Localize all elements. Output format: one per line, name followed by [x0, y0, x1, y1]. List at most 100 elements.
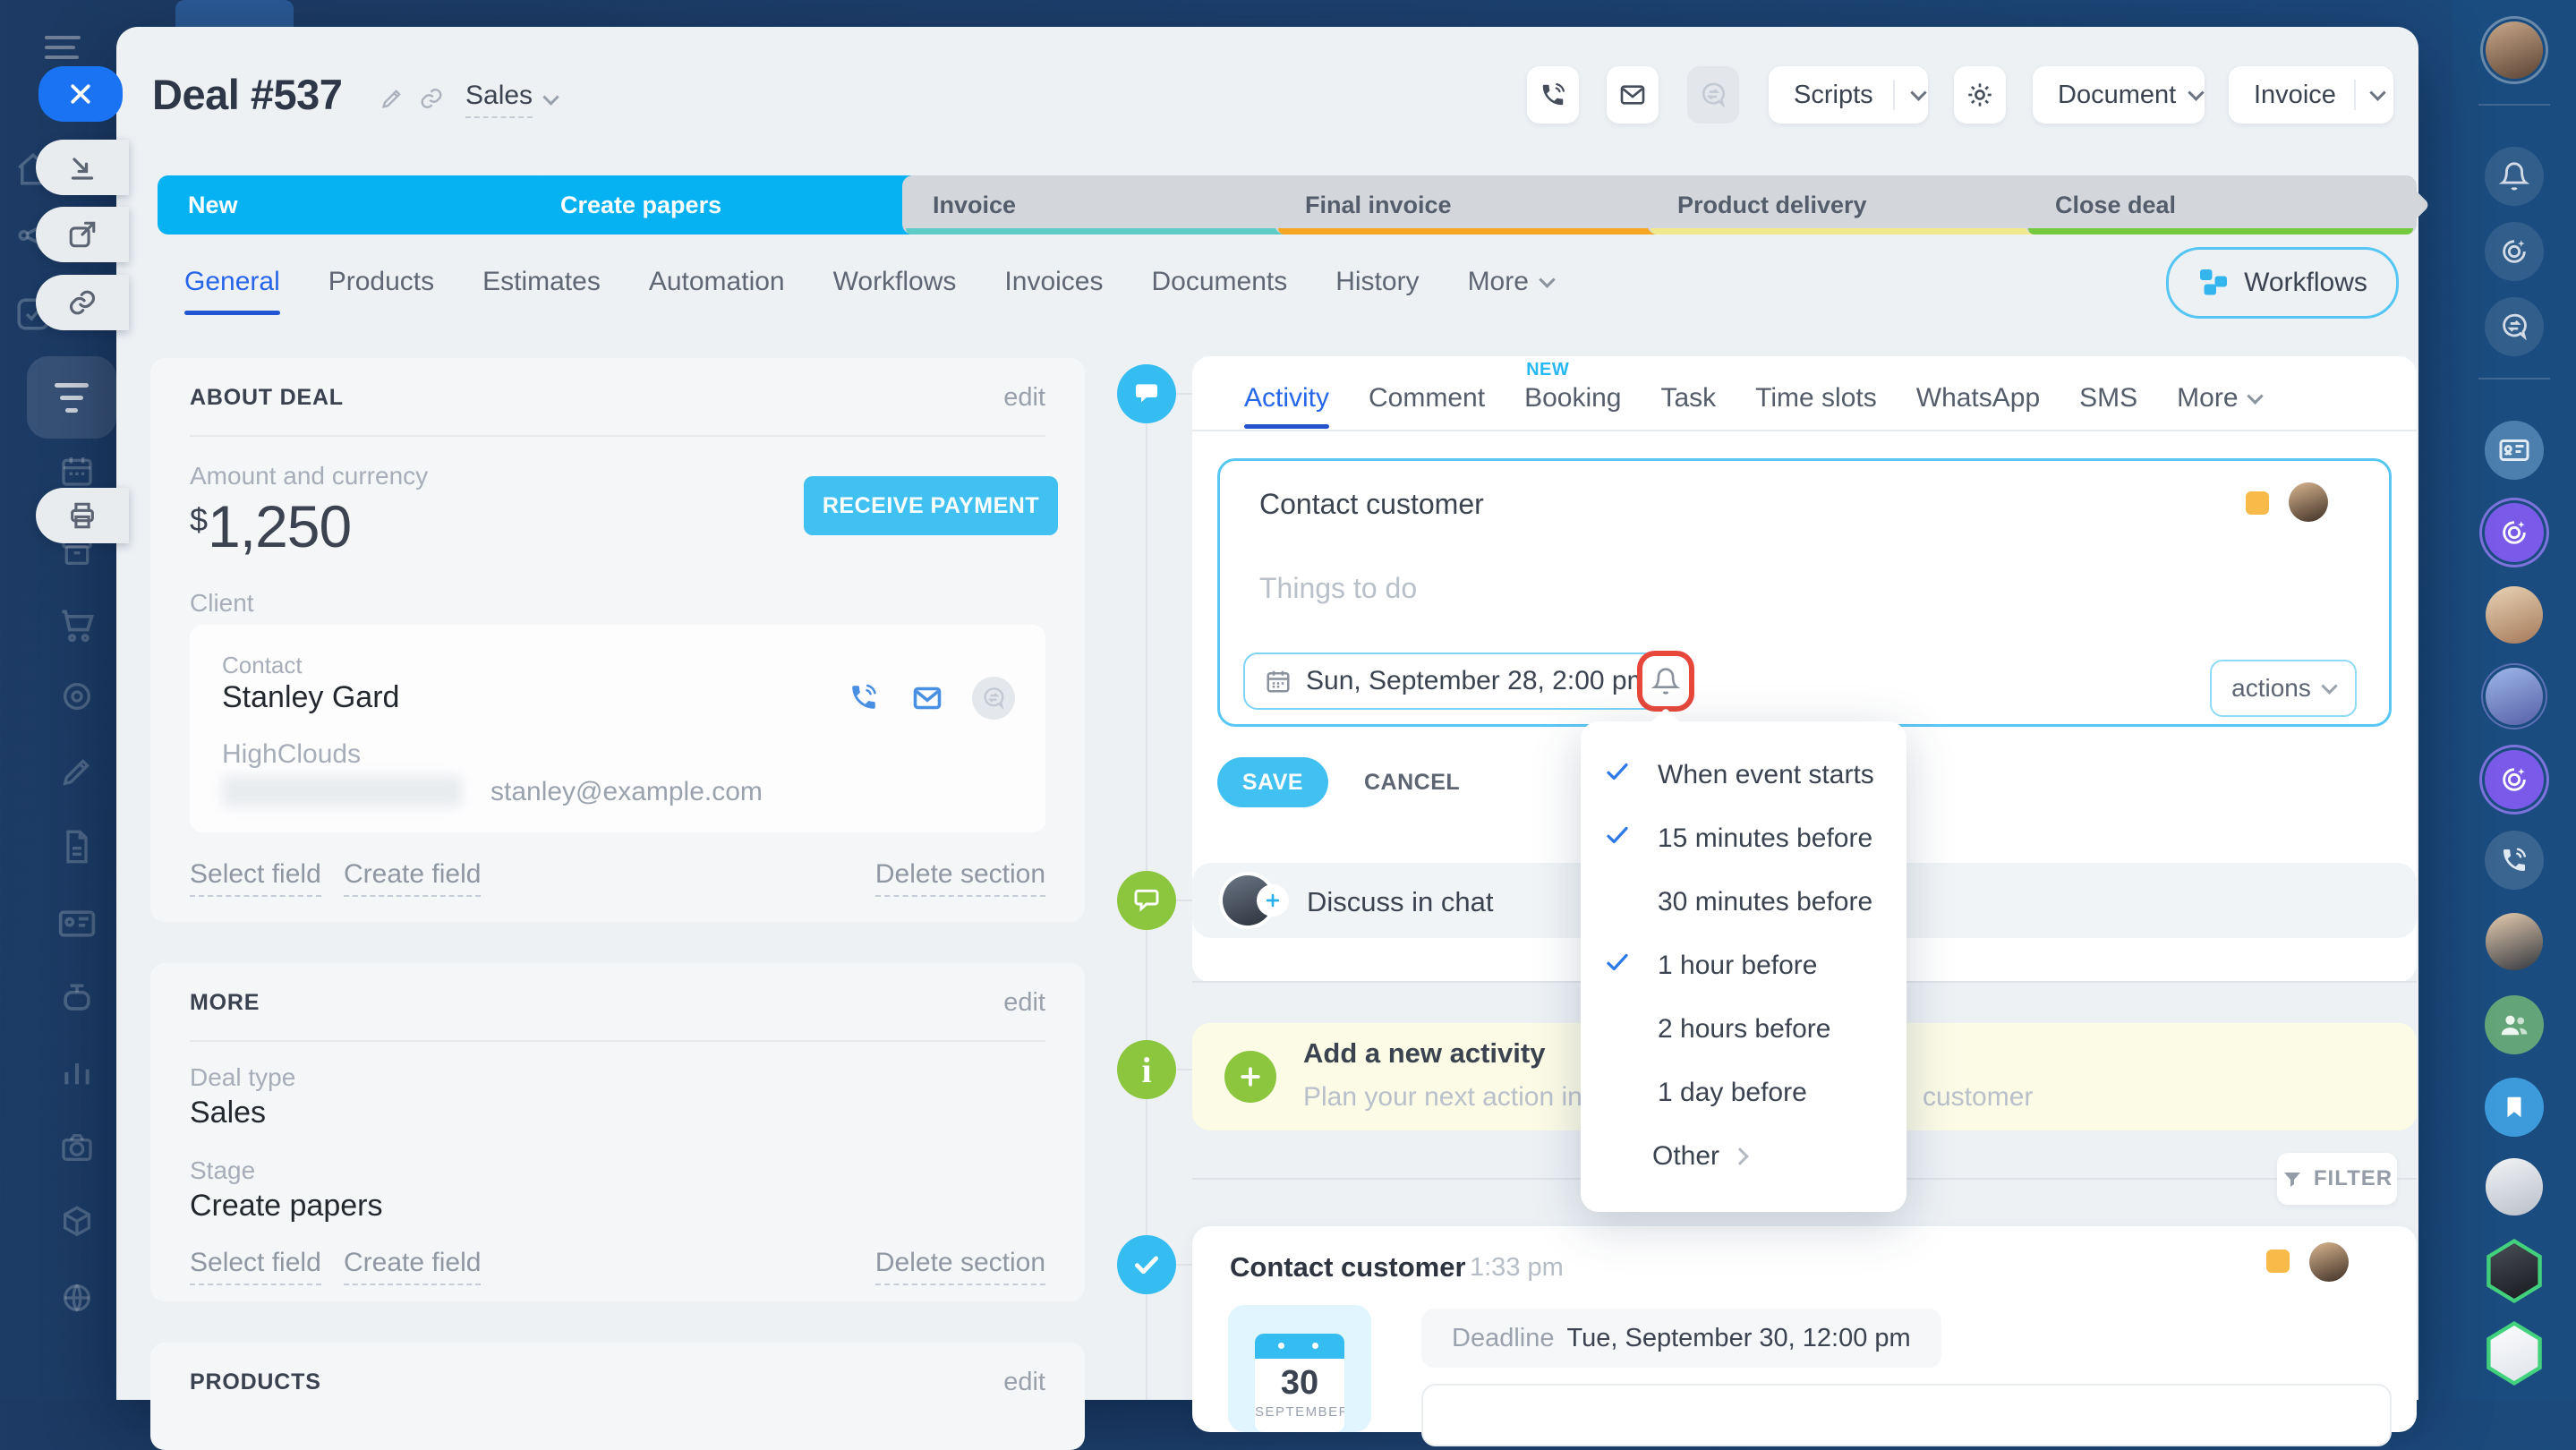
add-participant-badge[interactable] — [1257, 884, 1289, 917]
company-name[interactable]: HighClouds — [222, 739, 361, 770]
email-button[interactable] — [1607, 66, 1659, 124]
tab-estimates[interactable]: Estimates — [482, 267, 601, 297]
reminder-bell-button[interactable] — [1637, 651, 1694, 712]
ai-bot-button[interactable] — [2485, 750, 2544, 809]
tab-task[interactable]: Task — [1660, 383, 1716, 414]
pipeline-selector[interactable]: Sales — [465, 81, 557, 118]
tab-invoices[interactable]: Invoices — [1004, 267, 1103, 297]
copy-link-button[interactable] — [36, 275, 129, 330]
assignee-avatar[interactable] — [2289, 482, 2328, 522]
calls-button[interactable] — [2485, 831, 2544, 890]
tab-booking[interactable]: NEW Booking — [1524, 383, 1621, 414]
target-icon[interactable] — [59, 678, 95, 719]
messenger-button[interactable] — [2485, 297, 2544, 356]
menu-item-when-event-starts[interactable]: When event starts — [1581, 743, 1906, 806]
document-icon[interactable] — [59, 829, 95, 869]
create-field-link[interactable]: Create field — [344, 1248, 481, 1285]
edit-more-link[interactable]: edit — [1003, 988, 1045, 1018]
open-in-new-button[interactable] — [36, 207, 129, 262]
pencil-icon[interactable] — [59, 754, 95, 794]
activity-title-input[interactable]: Contact customer — [1259, 488, 1484, 521]
delete-section-link[interactable]: Delete section — [875, 859, 1045, 897]
contact-email-icon[interactable] — [911, 682, 943, 719]
delete-section-link[interactable]: Delete section — [875, 1248, 1045, 1285]
tab-more[interactable]: More — [1468, 267, 1553, 297]
cart-icon[interactable] — [57, 605, 97, 649]
settings-button[interactable] — [1954, 66, 2006, 124]
tab-whatsapp[interactable]: WhatsApp — [1916, 383, 2040, 414]
filter-button[interactable]: FILTER — [2277, 1153, 2397, 1205]
stage-close-deal[interactable]: Close deal — [2025, 175, 2417, 235]
menu-item-15-minutes[interactable]: 15 minutes before — [1581, 806, 1906, 870]
camera-icon[interactable] — [59, 1130, 95, 1170]
create-field-link[interactable]: Create field — [344, 859, 481, 897]
flag-color[interactable] — [2246, 491, 2269, 515]
select-field-link[interactable]: Select field — [190, 1248, 321, 1285]
stage-product-delivery[interactable]: Product delivery — [1647, 175, 2044, 235]
scripts-dropdown[interactable]: Scripts — [1769, 66, 1928, 124]
menu-item-other[interactable]: Other — [1581, 1124, 1906, 1188]
tab-history[interactable]: History — [1335, 267, 1419, 297]
contact-email-text[interactable]: stanley@example.com — [490, 777, 763, 807]
menu-item-2-hours[interactable]: 2 hours before — [1581, 997, 1906, 1061]
tab-general[interactable]: General — [184, 267, 280, 297]
close-deal-button[interactable] — [38, 66, 123, 122]
contact-call-icon[interactable] — [849, 682, 879, 717]
tab-workflows[interactable]: Workflows — [833, 267, 957, 297]
tab-automation[interactable]: Automation — [649, 267, 785, 297]
contact-card-icon[interactable] — [57, 904, 97, 948]
teammate-avatar[interactable] — [2486, 913, 2543, 970]
menu-icon[interactable] — [45, 36, 81, 59]
contact-card[interactable]: Contact Stanley Gard HighClouds stanley@… — [190, 625, 1045, 832]
teammate-avatar-hex[interactable] — [2483, 1321, 2546, 1386]
bar-chart-icon[interactable] — [59, 1054, 95, 1095]
menu-item-30-minutes[interactable]: 30 minutes before — [1581, 870, 1906, 934]
flag-color[interactable] — [2266, 1250, 2290, 1273]
stage-final-invoice[interactable]: Final invoice — [1275, 175, 1667, 235]
teammate-avatar[interactable] — [2486, 1158, 2543, 1215]
teammate-avatar-hex[interactable] — [2483, 1239, 2546, 1303]
select-field-link[interactable]: Select field — [190, 859, 321, 897]
tab-activity[interactable]: Activity — [1244, 383, 1329, 414]
contact-name[interactable]: Stanley Gard — [222, 680, 399, 715]
event-title[interactable]: Contact customer — [1230, 1251, 1466, 1284]
package-icon[interactable] — [59, 1205, 95, 1245]
bookmarks-button[interactable] — [2485, 1078, 2544, 1137]
menu-item-1-hour[interactable]: 1 hour before — [1581, 934, 1906, 997]
tab-activity-more[interactable]: More — [2177, 383, 2260, 414]
tab-products[interactable]: Products — [328, 267, 434, 297]
workflows-button[interactable]: Workflows — [2166, 247, 2399, 319]
contacts-panel-button[interactable] — [2485, 421, 2544, 480]
edit-products-link[interactable]: edit — [1003, 1368, 1045, 1397]
teammate-avatar[interactable] — [2486, 668, 2543, 725]
teammate-avatar[interactable] — [2486, 586, 2543, 644]
ai-bot-button[interactable] — [2485, 503, 2544, 562]
call-button[interactable] — [1527, 66, 1579, 124]
event-comment-input[interactable] — [1421, 1384, 2392, 1446]
link-title-icon[interactable] — [419, 86, 444, 115]
event-avatar[interactable] — [2309, 1242, 2349, 1282]
edit-about-link[interactable]: edit — [1003, 383, 1045, 413]
tab-comment[interactable]: Comment — [1369, 383, 1485, 414]
document-dropdown[interactable]: Document — [2033, 66, 2205, 124]
cancel-button[interactable]: CANCEL — [1364, 770, 1460, 796]
user-avatar[interactable] — [2486, 21, 2543, 79]
tab-documents[interactable]: Documents — [1151, 267, 1287, 297]
stage-invoice[interactable]: Invoice — [902, 175, 1294, 235]
add-activity-plus[interactable] — [1224, 1051, 1276, 1103]
team-button[interactable] — [2485, 995, 2544, 1054]
invoice-dropdown[interactable]: Invoice — [2229, 66, 2393, 124]
datetime-picker[interactable]: Sun, September 28, 2:00 pm — [1243, 652, 1662, 710]
globe-icon[interactable] — [59, 1280, 95, 1320]
collapse-button[interactable] — [36, 140, 129, 195]
activity-description-input[interactable]: Things to do — [1259, 572, 1417, 605]
stage-new[interactable]: New — [158, 175, 550, 235]
actions-dropdown[interactable]: actions — [2210, 660, 2357, 717]
stage-create-papers[interactable]: Create papers — [530, 175, 922, 235]
sidebar-item-deals-active[interactable] — [27, 356, 116, 439]
bot-icon[interactable] — [57, 979, 97, 1023]
edit-title-icon[interactable] — [380, 86, 405, 115]
tab-time-slots[interactable]: Time slots — [1755, 383, 1877, 414]
tab-sms[interactable]: SMS — [2079, 383, 2137, 414]
receive-payment-button[interactable]: RECEIVE PAYMENT — [804, 476, 1058, 535]
